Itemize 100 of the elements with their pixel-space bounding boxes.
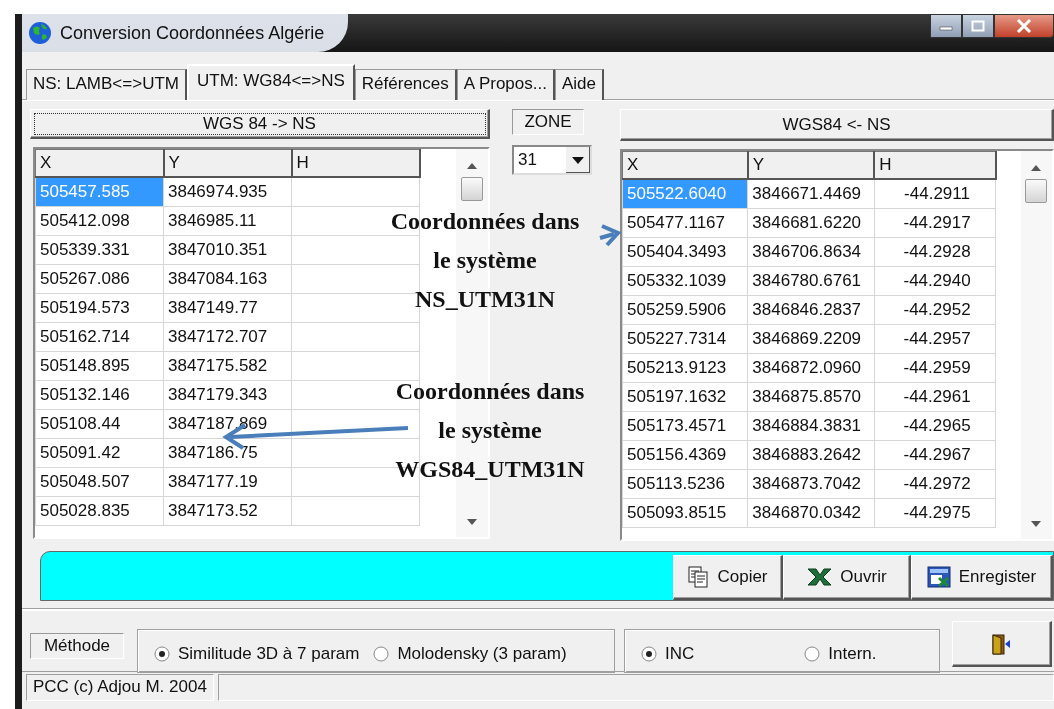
radio-button[interactable]	[641, 646, 657, 662]
documents-icon	[687, 566, 710, 588]
radio-option[interactable]: Similitude 3D à 7 param	[154, 644, 360, 664]
window-title: Conversion Coordonnées Algérie	[60, 22, 325, 44]
table-cell: 505332.1039	[622, 266, 748, 296]
table-cell: -44.2959	[874, 353, 996, 383]
radio-option[interactable]: Intern.	[804, 644, 877, 664]
toolbar-button[interactable]: Copier	[673, 555, 783, 600]
table-cell: 505227.7314	[622, 324, 748, 354]
table-cell: 3847010.351	[163, 235, 292, 265]
convert-button[interactable]: WGS 84 -> NS	[30, 109, 490, 139]
table-cell: -44.2967	[874, 440, 996, 470]
table-cell: 3846846.2837	[747, 295, 875, 325]
annotation-text: Coordonnées dans	[394, 377, 586, 406]
table-cell: 505339.331	[35, 235, 164, 265]
table-cell: 505148.895	[35, 351, 164, 381]
annotation-text: le système	[437, 416, 543, 445]
table-cell: 3846706.8634	[747, 237, 875, 267]
table-cell: 505048.507	[35, 467, 164, 497]
column-header[interactable]: X	[35, 149, 164, 177]
scrollbar[interactable]	[1020, 151, 1052, 539]
table-cell: 3846872.0960	[747, 353, 875, 383]
table-cell: 505457.585	[35, 177, 164, 207]
globe-icon	[28, 21, 52, 45]
table-cell: 3846884.3831	[747, 411, 875, 441]
table-cell: 3846873.7042	[747, 469, 875, 499]
table-cell: 505093.8515	[622, 498, 748, 528]
scroll-up-icon[interactable]	[1031, 165, 1042, 171]
table-cell: -44.2957	[874, 324, 996, 354]
table-cell: 3847179.343	[163, 380, 292, 410]
radio-button[interactable]	[804, 646, 821, 662]
scroll-down-icon[interactable]	[467, 519, 477, 525]
scroll-up-icon[interactable]	[467, 163, 477, 169]
table-cell: 505412.098	[35, 206, 164, 236]
tab[interactable]: A Propos...	[456, 69, 555, 100]
table-cell: 3847175.582	[163, 351, 292, 381]
zone-label: ZONE	[512, 109, 584, 135]
toolbar-button[interactable]: Enregister	[911, 555, 1053, 600]
maximize-button[interactable]	[962, 14, 994, 38]
table-cell: -44.2911	[874, 179, 996, 209]
table-cell: 3846883.2642	[747, 440, 875, 470]
table-cell: 3846780.6761	[747, 266, 875, 296]
table-cell: 3847173.52	[163, 496, 292, 526]
table-cell: -44.2975	[874, 498, 996, 528]
scrollbar-thumb[interactable]	[461, 177, 483, 201]
column-header[interactable]: H	[874, 151, 996, 179]
tab[interactable]: UTM: WG84<=>NS	[186, 64, 355, 100]
table-cell: 3846974.935	[163, 177, 292, 207]
table-cell: 3847084.163	[163, 264, 292, 294]
table-cell: 505267.086	[35, 264, 164, 294]
annotation-text: NS_UTM31N	[414, 285, 556, 314]
annotation-text: WGS84_UTM31N	[394, 455, 586, 484]
radio-option[interactable]: INC	[641, 644, 695, 664]
table-cell: 3847177.19	[163, 467, 292, 497]
table-cell: 505162.714	[35, 322, 164, 352]
tab[interactable]: Aide	[554, 69, 604, 100]
table-cell: -44.2940	[874, 266, 996, 296]
table-cell: -44.2961	[874, 382, 996, 412]
table-cell: 3846985.11	[163, 206, 292, 236]
dropdown-arrow-icon[interactable]	[572, 156, 584, 164]
convert-button[interactable]: WGS84 <- NS	[620, 109, 1054, 141]
table-cell: 505108.44	[35, 409, 164, 439]
column-header[interactable]: X	[622, 151, 748, 179]
close-icon	[1016, 19, 1032, 33]
column-header[interactable]: Y	[747, 151, 875, 179]
scrollbar-thumb[interactable]	[1025, 179, 1048, 203]
table-cell: 505213.9123	[622, 353, 748, 383]
table-cell: 505477.1167	[622, 208, 748, 238]
minimize-button[interactable]	[930, 14, 962, 38]
toolbar-button[interactable]: Ouvrir	[783, 555, 911, 600]
table-cell: 505156.4369	[622, 440, 748, 470]
table-cell: 3846671.4469	[747, 179, 875, 209]
exit-button[interactable]	[952, 621, 1052, 667]
table-cell: 3846869.2209	[747, 324, 875, 354]
table-cell: 3847186.75	[163, 438, 292, 468]
close-button[interactable]	[994, 14, 1054, 38]
table-cell: 505028.835	[35, 496, 164, 526]
column-header[interactable]: H	[291, 149, 420, 177]
method-label: Méthode	[30, 633, 124, 659]
table-cell: -44.2972	[874, 469, 996, 499]
table-cell: -44.2917	[874, 208, 996, 238]
table-cell: 505404.3493	[622, 237, 748, 267]
table-cell: 3846681.6220	[747, 208, 875, 238]
table-cell: 3846870.0342	[747, 498, 875, 528]
x-icon	[806, 567, 833, 587]
radio-option[interactable]: Molodensky (3 param)	[373, 644, 567, 664]
table-cell: 3847149.77	[163, 293, 292, 323]
status-text: PCC (c) Adjou M. 2004	[26, 674, 214, 701]
column-header[interactable]: Y	[163, 149, 292, 177]
tab[interactable]: Références	[354, 69, 457, 100]
radio-button[interactable]	[154, 646, 170, 662]
radio-button[interactable]	[373, 646, 390, 662]
table-cell: 3846875.8570	[747, 382, 875, 412]
zone-dropdown[interactable]: 31	[512, 145, 592, 175]
tab[interactable]: NS: LAMB<=>UTM	[26, 69, 187, 100]
annotation-text: Coordonnées dans	[389, 207, 581, 236]
table-cell: -44.2965	[874, 411, 996, 441]
table-cell: 505173.4571	[622, 411, 748, 441]
table-cell: 505194.573	[35, 293, 164, 323]
scroll-down-icon[interactable]	[1031, 521, 1042, 527]
